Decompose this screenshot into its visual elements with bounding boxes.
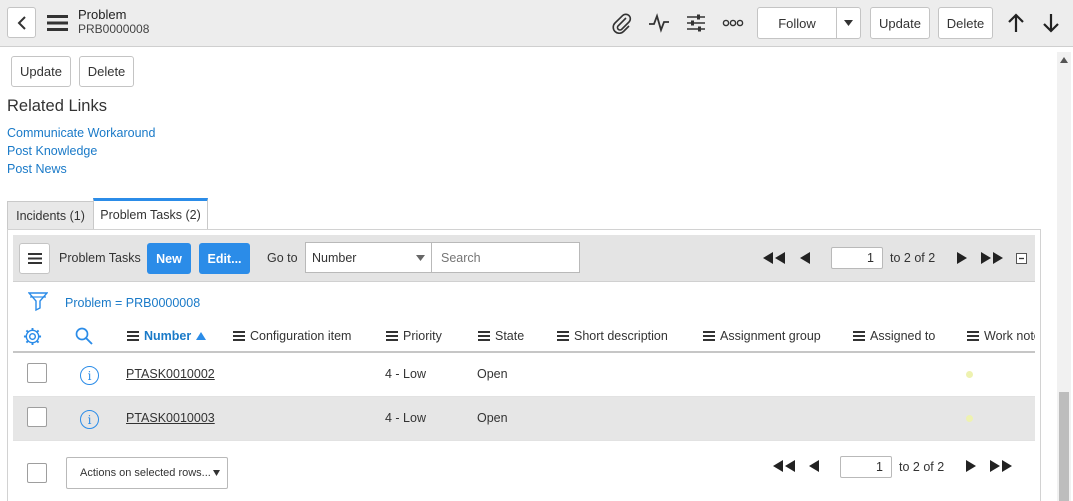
scroll-up-arrow-icon[interactable] xyxy=(1060,57,1068,63)
priority-cell: 4 - Low xyxy=(385,411,426,425)
preview-info-icon[interactable]: i xyxy=(80,366,99,385)
tab-problem-tasks[interactable]: Problem Tasks (2) xyxy=(93,198,208,229)
tab-incidents[interactable]: Incidents (1) xyxy=(7,201,94,230)
goto-field-select[interactable]: Number xyxy=(305,242,432,273)
footer-next-page-icon[interactable] xyxy=(962,457,978,475)
list-title: Problem Tasks xyxy=(59,251,141,265)
column-header-priority[interactable]: Priority xyxy=(386,328,442,344)
more-options-icon[interactable] xyxy=(720,11,746,35)
list-toolbar: Problem Tasks New Edit... Go to Number 1… xyxy=(13,235,1035,282)
scrollbar-thumb[interactable] xyxy=(1059,392,1069,501)
column-header-short-description[interactable]: Short description xyxy=(557,328,668,344)
column-header-assignment-group[interactable]: Assignment group xyxy=(703,328,821,344)
post-knowledge-link[interactable]: Post Knowledge xyxy=(7,144,97,158)
actions-select-value: Actions on selected rows... xyxy=(80,467,211,479)
list-menu-button[interactable] xyxy=(19,243,50,274)
personalize-form-icon[interactable] xyxy=(684,11,708,35)
column-menu-icon[interactable] xyxy=(127,331,139,341)
column-menu-icon[interactable] xyxy=(703,331,715,341)
column-header-work-notes[interactable]: Work notes xyxy=(967,328,1035,344)
follow-dropdown-button[interactable] xyxy=(836,7,861,39)
sort-ascending-icon xyxy=(196,332,207,340)
footer-first-page-icon[interactable] xyxy=(771,457,797,475)
communicate-workaround-link[interactable]: Communicate Workaround xyxy=(7,126,155,140)
work-notes-indicator xyxy=(966,415,973,422)
column-menu-icon[interactable] xyxy=(478,331,490,341)
actions-select[interactable]: Actions on selected rows... xyxy=(66,457,228,489)
footer-last-page-icon[interactable] xyxy=(988,457,1014,475)
work-notes-indicator xyxy=(966,371,973,378)
new-button[interactable]: New xyxy=(147,243,191,274)
activity-icon[interactable] xyxy=(646,11,672,35)
record-number: PRB0000008 xyxy=(78,22,150,36)
column-header-assigned-to[interactable]: Assigned to xyxy=(853,328,935,344)
column-menu-icon[interactable] xyxy=(967,331,979,341)
related-links-heading: Related Links xyxy=(7,97,107,115)
preview-info-icon[interactable]: i xyxy=(80,410,99,429)
column-header-configuration-item[interactable]: Configuration item xyxy=(233,328,351,344)
column-menu-icon[interactable] xyxy=(386,331,398,341)
edit-button[interactable]: Edit... xyxy=(199,243,250,274)
table-row: i PTASK0010003 4 - Low Open xyxy=(13,397,1035,441)
back-button[interactable] xyxy=(7,7,36,38)
column-menu-icon[interactable] xyxy=(233,331,245,341)
state-cell: Open xyxy=(477,367,508,381)
list-settings-gear-icon[interactable] xyxy=(22,326,42,346)
column-header-state[interactable]: State xyxy=(478,328,524,344)
filter-breadcrumb[interactable]: Problem = PRB0000008 xyxy=(65,296,200,310)
footer-page-total-label: to 2 of 2 xyxy=(899,460,945,474)
goto-label: Go to xyxy=(267,251,298,265)
form-header: Problem PRB0000008 Follow Update Delete xyxy=(0,0,1073,47)
select-all-checkbox[interactable] xyxy=(27,463,47,483)
column-menu-icon[interactable] xyxy=(557,331,569,341)
caret-down-icon xyxy=(416,255,425,261)
footer-previous-page-icon[interactable] xyxy=(806,457,822,475)
task-number-link[interactable]: PTASK0010002 xyxy=(126,367,215,381)
previous-page-icon[interactable] xyxy=(797,249,813,267)
task-number-link[interactable]: PTASK0010003 xyxy=(126,411,215,425)
column-search-icon[interactable] xyxy=(74,326,94,346)
column-header-number[interactable]: Number xyxy=(127,328,207,344)
chevron-left-icon xyxy=(17,15,26,30)
hamburger-menu-icon[interactable] xyxy=(46,13,68,33)
caret-down-icon xyxy=(213,470,220,476)
page-total-label: to 2 of 2 xyxy=(890,251,936,265)
column-menu-icon[interactable] xyxy=(853,331,865,341)
page-number-input[interactable]: 1 xyxy=(831,247,883,269)
vertical-scrollbar[interactable] xyxy=(1057,52,1071,501)
row-checkbox[interactable] xyxy=(27,407,47,427)
search-input[interactable] xyxy=(431,242,580,273)
collapse-list-icon[interactable] xyxy=(1015,252,1027,264)
priority-cell: 4 - Low xyxy=(385,367,426,381)
update-button[interactable]: Update xyxy=(870,7,930,39)
previous-record-icon[interactable] xyxy=(1004,11,1028,35)
next-page-icon[interactable] xyxy=(953,249,969,267)
delete-button[interactable]: Delete xyxy=(938,7,993,39)
form-update-button[interactable]: Update xyxy=(11,56,71,87)
footer-page-number-input[interactable]: 1 xyxy=(840,456,892,478)
column-header-work-notes-clip: Work notes xyxy=(967,326,1035,346)
follow-button[interactable]: Follow xyxy=(757,7,837,39)
filter-icon[interactable] xyxy=(28,290,48,312)
attachment-icon[interactable] xyxy=(610,11,634,35)
form-title: Problem xyxy=(78,7,127,22)
table-row: i PTASK0010002 4 - Low Open xyxy=(13,353,1035,397)
state-cell: Open xyxy=(477,411,508,425)
last-page-icon[interactable] xyxy=(979,249,1005,267)
post-news-link[interactable]: Post News xyxy=(7,162,67,176)
form-delete-button[interactable]: Delete xyxy=(79,56,134,87)
hamburger-icon xyxy=(27,253,42,264)
next-record-icon[interactable] xyxy=(1039,11,1063,35)
first-page-icon[interactable] xyxy=(761,249,787,267)
row-checkbox[interactable] xyxy=(27,363,47,383)
caret-down-icon xyxy=(844,20,853,26)
goto-field-value: Number xyxy=(312,251,357,265)
